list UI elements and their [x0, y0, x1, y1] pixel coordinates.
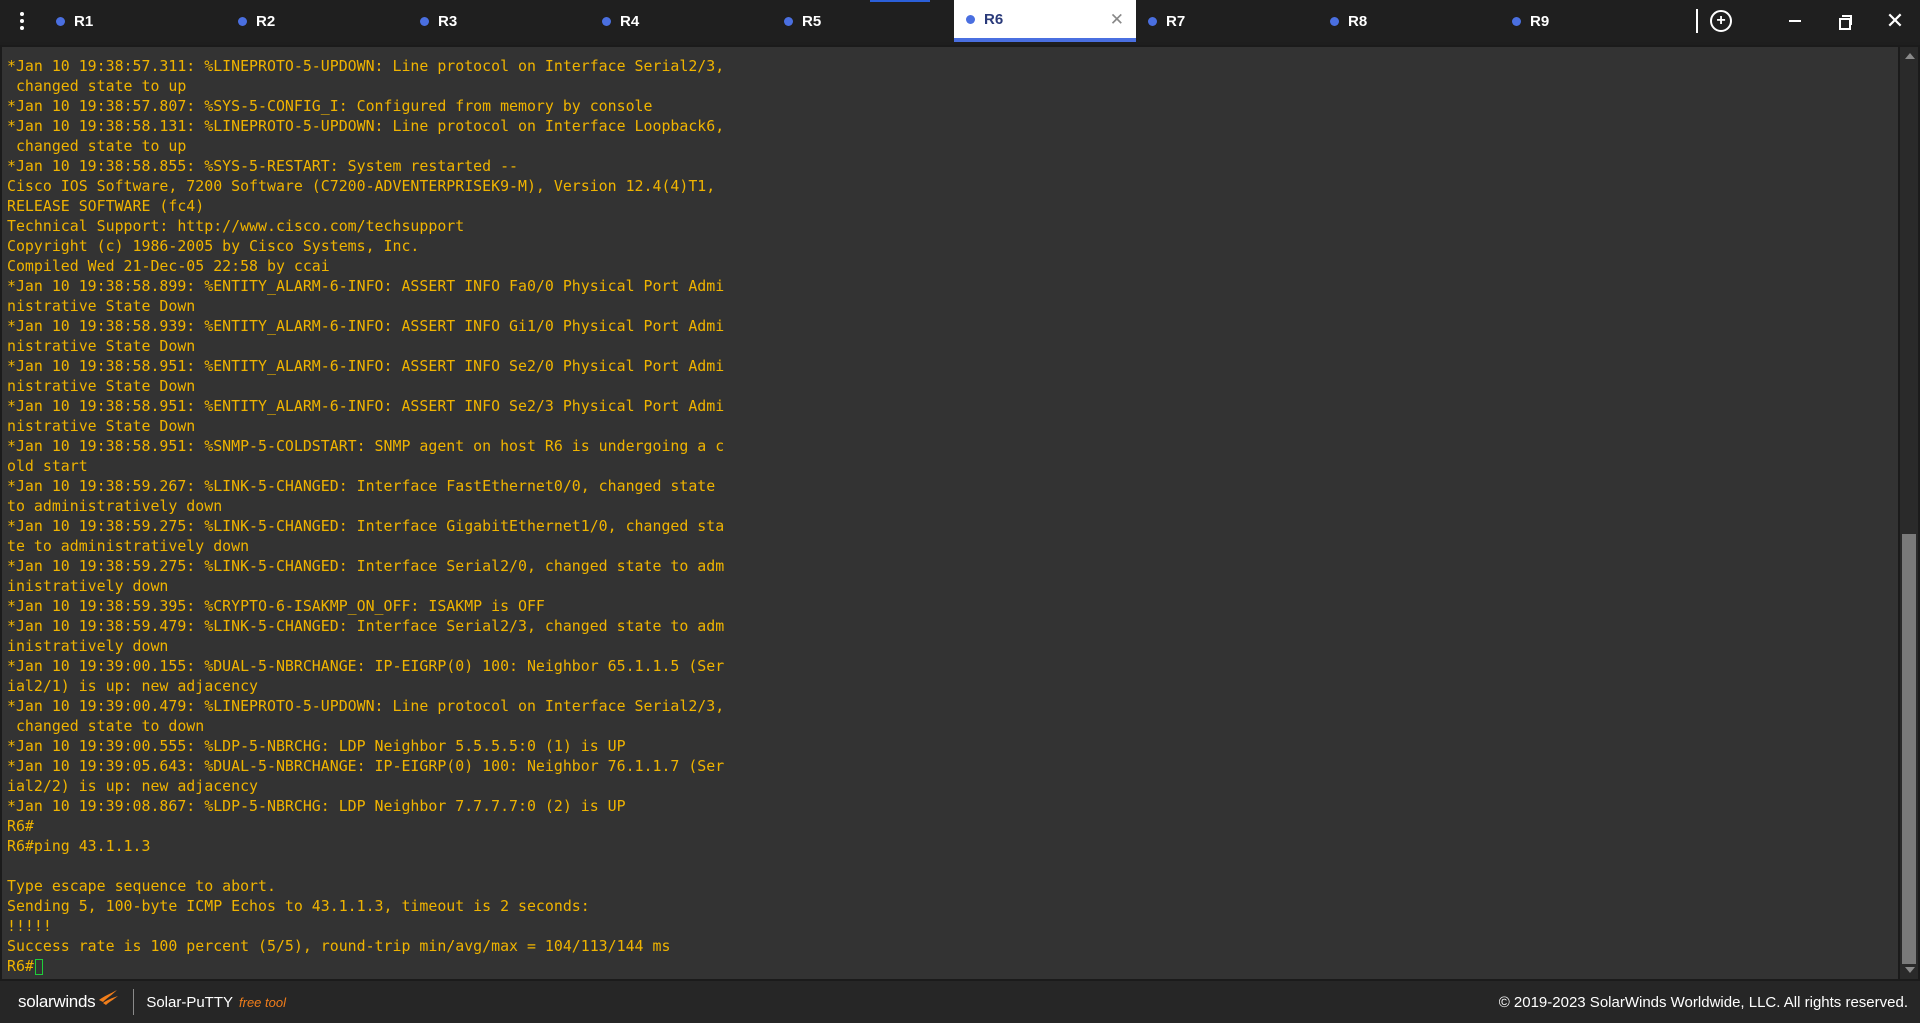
close-icon: ✕	[1885, 8, 1905, 34]
tab-label: R1	[74, 12, 94, 30]
minimize-icon	[1789, 20, 1801, 22]
terminal-prompt: R6#	[7, 957, 34, 975]
tab-progress-indicator	[870, 0, 930, 2]
session-status-icon	[56, 16, 65, 26]
minimize-button[interactable]	[1770, 0, 1820, 42]
menu-button[interactable]	[0, 0, 44, 42]
session-status-icon	[1330, 16, 1339, 26]
tab-bar: R1 R2 R3 R4 R5 R6 ✕ R7 R8 R9 + ✕	[0, 0, 1920, 42]
tab-r9[interactable]: R9	[1500, 0, 1682, 42]
add-session-button[interactable]: +	[1710, 10, 1732, 32]
tab-r6[interactable]: R6 ✕	[954, 0, 1136, 42]
tab-r5[interactable]: R5	[772, 0, 954, 42]
solarwinds-flame-icon	[99, 990, 119, 1005]
tab-r7[interactable]: R7	[1136, 0, 1318, 42]
terminal-log: *Jan 10 19:38:57.311: %LINEPROTO-5-UPDOW…	[7, 57, 725, 955]
scroll-up-arrow-icon[interactable]	[1905, 53, 1915, 59]
scrollbar-thumb[interactable]	[1902, 534, 1916, 964]
tab-label: R3	[438, 12, 458, 30]
tab-label: R7	[1166, 12, 1186, 30]
tab-r2[interactable]: R2	[226, 0, 408, 42]
tab-label: R8	[1348, 12, 1368, 30]
tab-r8[interactable]: R8	[1318, 0, 1500, 42]
session-status-icon	[784, 16, 793, 26]
session-status-icon	[602, 16, 611, 26]
footer-divider	[133, 989, 135, 1015]
copyright-text: © 2019-2023 SolarWinds Worldwide, LLC. A…	[1498, 993, 1908, 1011]
tab-r1[interactable]: R1	[44, 0, 226, 42]
close-tab-icon[interactable]: ✕	[1110, 10, 1124, 30]
session-status-icon	[1512, 16, 1521, 26]
kebab-menu-icon	[20, 12, 24, 30]
tab-label: R6	[984, 10, 1004, 28]
terminal-cursor	[34, 959, 43, 975]
tab-label: R9	[1530, 12, 1550, 30]
solarwinds-logo: solarwinds	[18, 990, 119, 1012]
product-name: Solar-PuTTY	[146, 993, 234, 1011]
close-window-button[interactable]: ✕	[1870, 0, 1920, 42]
session-tabs: R1 R2 R3 R4 R5 R6 ✕ R7 R8 R9	[44, 0, 1682, 42]
session-status-icon	[238, 16, 247, 26]
divider	[1696, 9, 1698, 33]
scroll-down-arrow-icon[interactable]	[1905, 967, 1915, 973]
free-tool-label: free tool	[239, 994, 286, 1010]
restore-button[interactable]	[1820, 0, 1870, 42]
restore-icon	[1839, 15, 1852, 30]
session-status-icon	[1148, 16, 1157, 26]
brand-name: solarwinds	[18, 992, 96, 1011]
terminal-console[interactable]: *Jan 10 19:38:57.311: %LINEPROTO-5-UPDOW…	[2, 47, 1898, 979]
session-status-icon	[420, 16, 429, 26]
terminal-scrollbar[interactable]	[1900, 47, 1918, 979]
tab-label: R4	[620, 12, 640, 30]
tab-r3[interactable]: R3	[408, 0, 590, 42]
window-controls: + ✕	[1696, 0, 1920, 42]
status-footer: solarwinds Solar-PuTTY free tool © 2019-…	[0, 981, 1920, 1023]
terminal-output: *Jan 10 19:38:57.311: %LINEPROTO-5-UPDOW…	[7, 56, 724, 976]
terminal-frame: *Jan 10 19:38:57.311: %LINEPROTO-5-UPDOW…	[0, 45, 1920, 981]
session-status-icon	[966, 14, 975, 24]
tab-label: R2	[256, 12, 276, 30]
tab-r4[interactable]: R4	[590, 0, 772, 42]
tab-label: R5	[802, 12, 822, 30]
